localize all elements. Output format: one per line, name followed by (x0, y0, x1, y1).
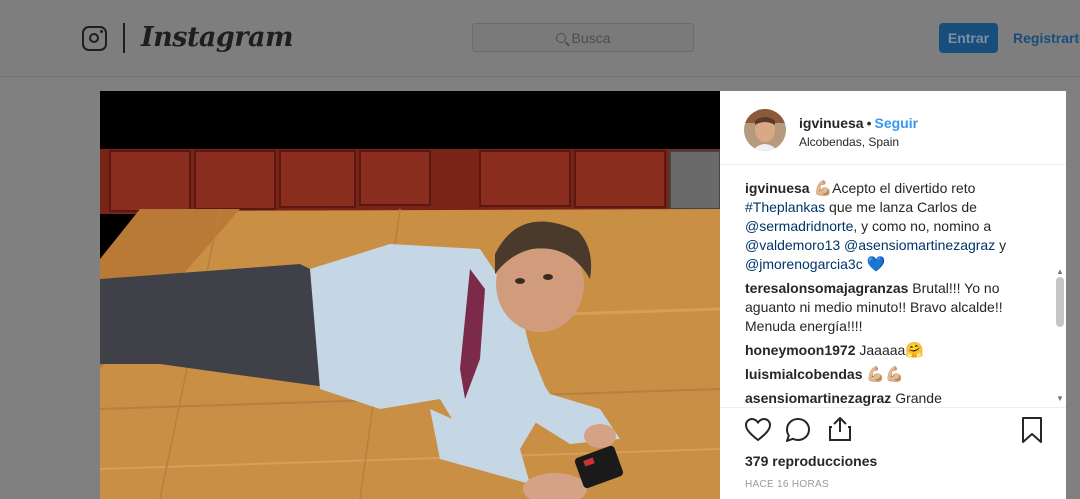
login-button[interactable]: Entrar (939, 23, 998, 53)
flexed-biceps-emoji: 💪🏼💪🏼 (866, 366, 904, 383)
separator-dot: • (866, 115, 872, 131)
video-frame (100, 149, 720, 499)
mention-link[interactable]: @sermadridnorte (745, 218, 853, 234)
heart-icon[interactable] (744, 416, 772, 444)
author-username[interactable]: igvinuesa (799, 115, 864, 131)
caption: igvinuesa 💪🏼Acepto el divertido reto #Th… (745, 179, 1047, 274)
follow-button[interactable]: Seguir (875, 115, 919, 131)
search-icon (555, 32, 566, 43)
actions-divider (720, 407, 1066, 408)
search-input[interactable]: Busca (472, 23, 694, 52)
hashtag-link[interactable]: #Theplankas (745, 199, 825, 215)
top-navigation-bar: Instagram Busca Entrar Registrarte (0, 0, 1080, 77)
views-count[interactable]: 379 reproducciones (745, 453, 877, 469)
comment-username[interactable]: luismialcobendas (745, 366, 862, 382)
comment-username[interactable]: asensiomartinezagraz (745, 390, 891, 406)
mention-link[interactable]: @valdemoro13 (745, 237, 840, 253)
comment-item: honeymoon1972 Jaaaaa🤗 (745, 341, 1047, 360)
comments-list[interactable]: igvinuesa 💪🏼Acepto el divertido reto #Th… (720, 179, 1053, 407)
logo-divider (123, 23, 125, 53)
post-timestamp[interactable]: HACE 16 HORAS (745, 479, 829, 490)
post-video[interactable] (100, 91, 720, 499)
mention-link[interactable]: @jmorenogarcia3c (745, 256, 863, 272)
caption-text-2: que me lanza Carlos de (825, 199, 977, 215)
comments-scrollbar[interactable]: ▲ ▼ (1053, 267, 1066, 403)
views-number: 379 (745, 453, 769, 469)
comment-item: asensiomartinezagraz Grande (745, 389, 1047, 407)
register-link[interactable]: Registrarte (1013, 30, 1080, 46)
caption-username[interactable]: igvinuesa (745, 180, 810, 196)
post-location[interactable]: Alcobendas, Spain (799, 135, 899, 149)
comment-item: luismialcobendas 💪🏼💪🏼 (745, 365, 1047, 384)
bookmark-icon[interactable] (1018, 416, 1046, 444)
overlay-edge (1066, 91, 1080, 499)
comment-text: Jaaaaa (859, 342, 906, 358)
post-author-header: igvinuesa • Seguir Alcobendas, Spain (720, 91, 1066, 165)
comment-text: Grande (895, 390, 942, 406)
avatar-image (744, 109, 786, 151)
comment-item: teresalonsomajagranzas Brutal!!! Yo no a… (745, 279, 1047, 336)
instagram-wordmark[interactable]: Instagram (141, 22, 294, 53)
caption-text-1: Acepto el divertido reto (832, 180, 976, 196)
post-sidebar: igvinuesa • Seguir Alcobendas, Spain igvin… (720, 91, 1066, 499)
search-placeholder: Busca (571, 29, 611, 46)
views-label: reproducciones (772, 453, 878, 469)
scroll-down-arrow-icon[interactable]: ▼ (1056, 394, 1064, 403)
instagram-glyph-icon[interactable] (82, 26, 107, 51)
comment-username[interactable]: honeymoon1972 (745, 342, 855, 358)
scroll-up-arrow-icon[interactable]: ▲ (1056, 267, 1064, 276)
comment-icon[interactable] (784, 416, 812, 444)
hugging-face-emoji: 🤗 (905, 342, 924, 359)
author-line: igvinuesa • Seguir (799, 115, 918, 131)
comment-username[interactable]: teresalonsomajagranzas (745, 280, 908, 296)
caption-text-3: , y como no, nomino a (853, 218, 992, 234)
flexed-biceps-emoji: 💪🏼 (813, 180, 833, 197)
post-modal: igvinuesa • Seguir Alcobendas, Spain igvin… (100, 91, 1066, 499)
share-icon[interactable] (826, 415, 854, 443)
avatar[interactable] (744, 109, 786, 151)
caption-text-4: y (995, 237, 1007, 253)
mention-link[interactable]: @asensiomartinezagraz (844, 237, 995, 253)
scroll-thumb[interactable] (1056, 277, 1064, 327)
blue-heart-emoji: 💙 (866, 256, 886, 273)
